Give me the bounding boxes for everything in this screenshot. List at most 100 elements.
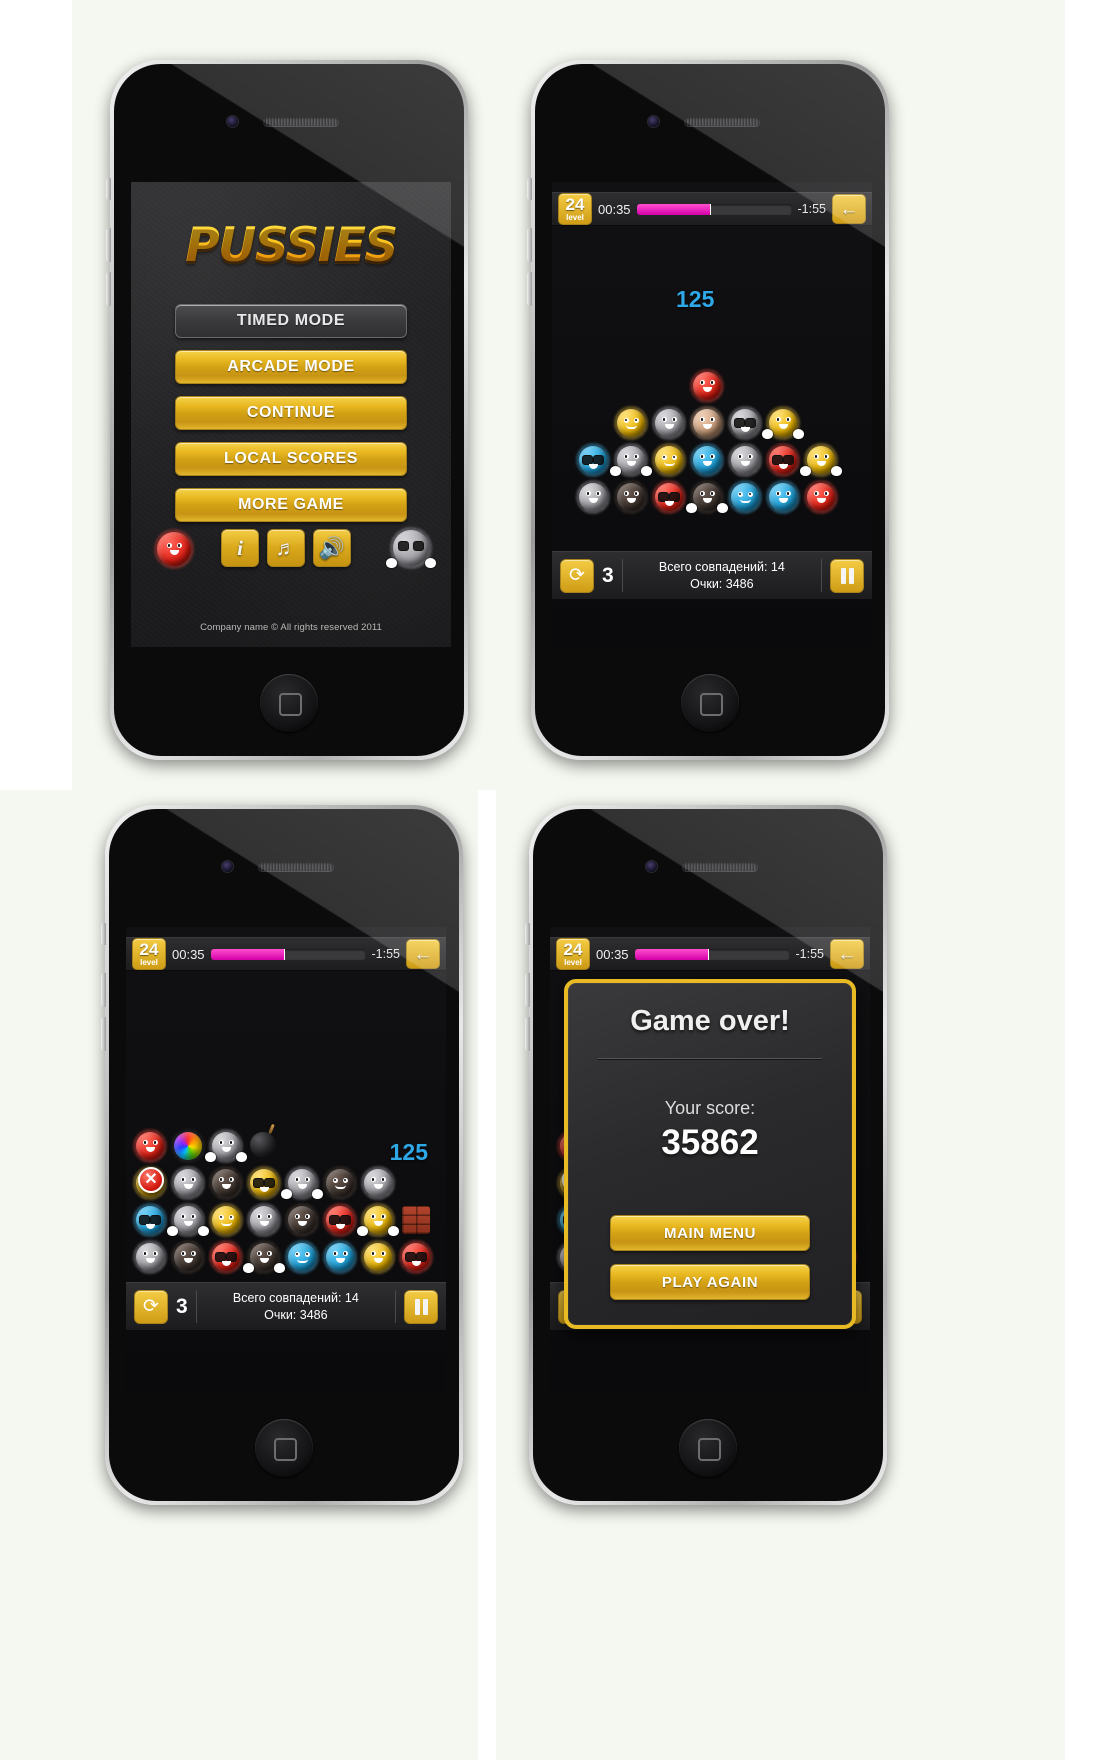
screen-gameplay: 24 level 00:35 -1:55 ← 125 ⟳ 3 Всего сов… <box>552 182 872 647</box>
silent-switch[interactable] <box>101 923 106 945</box>
home-button[interactable] <box>255 1419 313 1477</box>
blue-ball[interactable] <box>690 443 724 477</box>
grey-ball[interactable] <box>171 1166 205 1200</box>
red-ball[interactable] <box>323 1203 357 1237</box>
grey-ball[interactable] <box>576 480 610 514</box>
yellow-ball[interactable] <box>800 443 842 477</box>
red-ball[interactable] <box>399 1240 433 1274</box>
blue-ball[interactable] <box>576 443 610 477</box>
silent-switch[interactable] <box>525 923 530 945</box>
mouth <box>625 425 637 429</box>
tan-ball[interactable] <box>690 406 724 440</box>
grey-ball[interactable] <box>361 1166 395 1200</box>
volume-up-button[interactable] <box>527 228 532 262</box>
dark-ball[interactable] <box>285 1203 319 1237</box>
red-ball[interactable] <box>133 1129 167 1163</box>
eye-left <box>142 1140 148 1145</box>
yellow-ball[interactable] <box>652 443 686 477</box>
score-value: 35862 <box>661 1123 759 1162</box>
eye-right <box>342 1177 348 1183</box>
ball-face <box>136 1132 164 1160</box>
yellow-ball[interactable] <box>357 1203 399 1237</box>
game-board[interactable] <box>552 369 872 532</box>
yellow-ball[interactable] <box>209 1203 243 1237</box>
home-button[interactable] <box>681 674 739 732</box>
swap-button[interactable]: ⟳ <box>134 1289 168 1324</box>
dark-ball[interactable] <box>614 480 648 514</box>
red-ball[interactable] <box>766 443 800 477</box>
grey-ball[interactable] <box>728 406 762 440</box>
red-ball[interactable] <box>804 480 838 514</box>
main-menu-button[interactable]: MAIN MENU <box>610 1215 810 1251</box>
volume-down-button[interactable] <box>106 272 111 306</box>
blue-ball[interactable] <box>728 480 762 514</box>
swap-button[interactable]: ⟳ <box>560 558 594 593</box>
back-button[interactable]: ← <box>832 194 866 224</box>
back-button[interactable]: ← <box>830 939 864 969</box>
timer-text: 00:35 <box>598 201 631 217</box>
yellow-ball[interactable] <box>361 1240 395 1274</box>
red-ball[interactable] <box>209 1240 243 1274</box>
sound-icon: 🔊 <box>318 536 346 560</box>
eye-right <box>595 491 601 496</box>
continue-button[interactable]: CONTINUE <box>175 396 407 430</box>
cancel-selection-button[interactable]: ✕ <box>138 1167 164 1193</box>
red-ball[interactable] <box>690 369 724 403</box>
mouth <box>702 387 712 392</box>
eyes <box>699 454 715 459</box>
volume-down-button[interactable] <box>527 272 532 306</box>
grey-ball[interactable] <box>652 406 686 440</box>
volume-down-button[interactable] <box>525 1017 530 1051</box>
arcade-mode-button[interactable]: ARCADE MODE <box>175 350 407 384</box>
volume-up-button[interactable] <box>106 228 111 262</box>
volume-up-button[interactable] <box>525 973 530 1007</box>
local-scores-button[interactable]: LOCAL SCORES <box>175 442 407 476</box>
mouth <box>220 1222 232 1226</box>
info-icon: i <box>237 535 243 560</box>
blue-ball[interactable] <box>766 480 800 514</box>
grey-ball[interactable] <box>205 1129 247 1163</box>
red-ball[interactable] <box>652 480 686 514</box>
play-again-button[interactable]: PLAY AGAIN <box>610 1264 810 1300</box>
dark-ball[interactable] <box>323 1166 357 1200</box>
dark-ball[interactable] <box>686 480 728 514</box>
volume-up-button[interactable] <box>101 973 106 1007</box>
mouth <box>259 1186 269 1192</box>
grey-ball[interactable] <box>610 443 652 477</box>
rainbow-ball[interactable] <box>171 1129 205 1163</box>
yellow-ball[interactable] <box>762 406 804 440</box>
grey-ball[interactable] <box>133 1240 167 1274</box>
home-button[interactable] <box>260 674 318 732</box>
sound-button[interactable]: 🔊 <box>313 529 351 567</box>
ball-face <box>326 1206 354 1234</box>
silent-switch[interactable] <box>527 178 532 200</box>
grey-ball[interactable] <box>728 443 762 477</box>
game-board[interactable] <box>126 1129 446 1292</box>
dark-ball[interactable] <box>209 1166 243 1200</box>
blue-ball[interactable] <box>133 1203 167 1237</box>
grey-ball[interactable] <box>167 1203 209 1237</box>
info-button[interactable]: i <box>221 529 259 567</box>
grey-ball[interactable] <box>247 1203 281 1237</box>
back-button[interactable]: ← <box>406 939 440 969</box>
home-button[interactable] <box>679 1419 737 1477</box>
volume-down-button[interactable] <box>101 1017 106 1051</box>
pause-button[interactable] <box>830 558 864 593</box>
blue-ball[interactable] <box>285 1240 319 1274</box>
pause-button[interactable] <box>404 1289 438 1324</box>
timed-mode-button[interactable]: TIMED MODE <box>175 304 407 338</box>
dark-ball[interactable] <box>171 1240 205 1274</box>
yellow-ball[interactable] <box>247 1166 281 1200</box>
eye-left <box>699 491 705 496</box>
music-button[interactable]: ♬ <box>267 529 305 567</box>
yellow-ball[interactable] <box>614 406 648 440</box>
hand-left <box>610 466 621 476</box>
phone-body: 24 level 00:35 -1:55 ← 125 ✕ ⟳ 3 Всего с… <box>101 805 463 1505</box>
bomb-ball[interactable] <box>250 1132 276 1158</box>
more-game-button[interactable]: MORE GAME <box>175 488 407 522</box>
silent-switch[interactable] <box>106 178 111 200</box>
eye-right <box>152 1140 158 1145</box>
grey-ball[interactable] <box>281 1166 323 1200</box>
dark-ball[interactable] <box>243 1240 285 1274</box>
blue-ball[interactable] <box>323 1240 357 1274</box>
